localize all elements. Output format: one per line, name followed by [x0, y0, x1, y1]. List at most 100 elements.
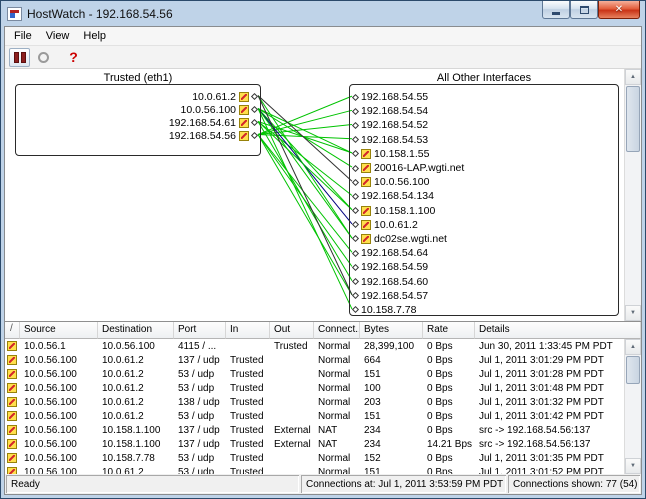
maximize-button[interactable]: [570, 1, 598, 19]
host-icon: [361, 234, 371, 244]
connection-line: [258, 110, 352, 134]
cell-details: Jul 1, 2011 3:01:35 PM PDT: [475, 453, 624, 464]
host-item[interactable]: 10.158.1.100: [350, 204, 618, 218]
host-icon: [239, 118, 249, 128]
menu-file[interactable]: File: [7, 28, 39, 44]
cell-rate: 0 Bps: [423, 453, 475, 464]
cell-details: Jun 30, 2011 1:33:45 PM PDT: [475, 341, 624, 352]
host-name: 192.168.54.61: [169, 117, 236, 129]
host-item[interactable]: dc02se.wgti.net: [350, 232, 618, 246]
cell-connection: NAT: [314, 425, 360, 436]
column-header-source[interactable]: Source: [20, 322, 98, 339]
column-header-details[interactable]: Details: [475, 322, 641, 339]
column-header-out[interactable]: Out: [270, 322, 314, 339]
host-item[interactable]: 10.0.56.100: [350, 175, 618, 189]
connector-diamond-icon: [352, 292, 359, 299]
host-item[interactable]: 10.0.56.100: [16, 103, 260, 116]
connection-row[interactable]: 10.0.56.10010.0.61.253 / udpTrustedNorma…: [5, 367, 624, 381]
host-item[interactable]: 192.168.54.64: [350, 246, 618, 260]
connection-row[interactable]: 10.0.56.110.0.56.1004115 / ...TrustedNor…: [5, 339, 624, 353]
connection-row[interactable]: 10.0.56.10010.0.61.2138 / udpTrustedNorm…: [5, 395, 624, 409]
close-button[interactable]: ✕: [598, 1, 640, 19]
host-item[interactable]: 192.168.54.60: [350, 274, 618, 288]
connection-icon: [7, 369, 17, 379]
cell-in: Trusted: [226, 467, 270, 475]
connection-row[interactable]: 10.0.56.10010.158.1.100137 / udpTrustedE…: [5, 423, 624, 437]
column-header-connection[interactable]: Connect...: [314, 322, 360, 339]
cell-destination: 10.0.61.2: [98, 411, 174, 422]
connection-diagram: Trusted (eth1) All Other Interfaces 10.0…: [5, 69, 641, 321]
app-icon: [7, 7, 22, 21]
column-header-bytes[interactable]: Bytes: [360, 322, 423, 339]
host-item[interactable]: 192.168.54.134: [350, 189, 618, 203]
host-item[interactable]: 192.168.54.52: [350, 118, 618, 132]
host-item[interactable]: 192.168.54.57: [350, 289, 618, 303]
host-item[interactable]: 192.168.54.59: [350, 260, 618, 274]
host-item[interactable]: 192.168.54.55: [350, 90, 618, 104]
diagram-scroll-thumb[interactable]: [626, 86, 640, 152]
column-header-port[interactable]: Port: [174, 322, 226, 339]
window-title: HostWatch - 192.168.54.56: [27, 7, 537, 21]
host-item[interactable]: 20016-LAP.wgti.net: [350, 161, 618, 175]
cell-rate: 0 Bps: [423, 383, 475, 394]
status-ready: Ready: [6, 475, 299, 493]
minimize-button[interactable]: [542, 1, 570, 19]
host-item[interactable]: 192.168.54.61: [16, 116, 260, 129]
cell-connection: Normal: [314, 411, 360, 422]
host-item[interactable]: 192.168.54.53: [350, 133, 618, 147]
help-button[interactable]: ?: [63, 48, 84, 67]
host-icon: [239, 105, 249, 115]
host-name: 192.168.54.57: [361, 290, 428, 302]
scroll-up-icon[interactable]: ▲: [625, 339, 641, 355]
cell-in: Trusted: [226, 439, 270, 450]
scroll-down-icon[interactable]: ▼: [625, 458, 641, 474]
scroll-down-icon[interactable]: ▼: [625, 305, 641, 321]
table-scrollbar[interactable]: ▲ ▼: [624, 339, 641, 474]
connection-line: [258, 96, 352, 239]
connector-diamond-icon: [352, 278, 359, 285]
column-header-destination[interactable]: Destination: [98, 322, 174, 339]
host-name: 192.168.54.134: [361, 190, 434, 202]
host-name: 192.168.54.54: [361, 105, 428, 117]
external-host-box: 192.168.54.55192.168.54.54192.168.54.521…: [349, 84, 619, 316]
continue-button[interactable]: [33, 48, 54, 67]
connector-diamond-icon: [352, 193, 359, 200]
connection-row[interactable]: 10.0.56.10010.0.61.253 / udpTrustedNorma…: [5, 381, 624, 395]
column-header-in[interactable]: In: [226, 322, 270, 339]
connection-row[interactable]: 10.0.56.10010.0.61.253 / udpTrustedNorma…: [5, 409, 624, 423]
cell-in: Trusted: [226, 425, 270, 436]
connection-line: [258, 135, 352, 295]
cell-port: 137 / udp: [174, 425, 226, 436]
cell-port: 53 / udp: [174, 411, 226, 422]
connection-row[interactable]: 10.0.56.10010.0.61.2137 / udpTrustedNorm…: [5, 353, 624, 367]
host-item[interactable]: 192.168.54.56: [16, 129, 260, 142]
cell-details: Jul 1, 2011 3:01:28 PM PDT: [475, 369, 624, 380]
host-item[interactable]: 10.0.61.2: [350, 218, 618, 232]
host-item[interactable]: 10.158.7.78: [350, 303, 618, 317]
menu-help[interactable]: Help: [76, 28, 113, 44]
connector-diamond-icon: [352, 122, 359, 129]
cell-connection: NAT: [314, 439, 360, 450]
host-item[interactable]: 192.168.54.54: [350, 104, 618, 118]
cell-details: src -> 192.168.54.56:137: [475, 425, 624, 436]
connection-row[interactable]: 10.0.56.10010.0.61.253 / udpTrustedNorma…: [5, 465, 624, 474]
host-item[interactable]: 10.158.1.55: [350, 147, 618, 161]
continue-icon: [38, 52, 49, 63]
connection-icon: [7, 467, 17, 474]
column-header-rate[interactable]: Rate: [423, 322, 475, 339]
maximize-icon: [580, 6, 589, 14]
table-scroll-thumb[interactable]: [626, 356, 640, 384]
pause-button[interactable]: [9, 48, 30, 67]
host-item[interactable]: 10.0.61.2: [16, 90, 260, 103]
menu-view[interactable]: View: [39, 28, 77, 44]
diagram-scrollbar[interactable]: ▲ ▼: [624, 69, 641, 321]
scroll-up-icon[interactable]: ▲: [625, 69, 641, 85]
sort-column-header[interactable]: /: [5, 322, 20, 339]
cell-bytes: 28,399,100: [360, 341, 423, 352]
cell-source: 10.0.56.1: [20, 341, 98, 352]
connection-row[interactable]: 10.0.56.10010.158.1.100137 / udpTrustedE…: [5, 437, 624, 451]
connection-line: [258, 96, 352, 295]
pause-icon: [14, 52, 26, 63]
connection-row[interactable]: 10.0.56.10010.158.7.7853 / udpTrustedNor…: [5, 451, 624, 465]
connection-icon: [7, 383, 17, 393]
